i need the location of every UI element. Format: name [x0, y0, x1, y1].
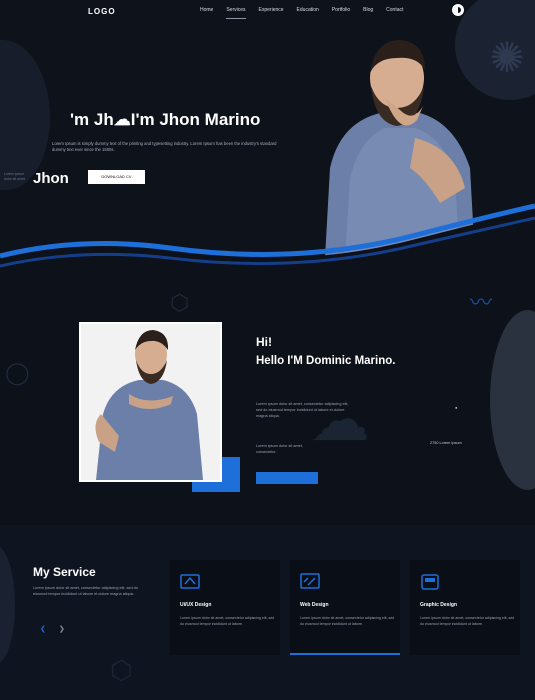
about-stat: 2750 Lorem Ipsum	[430, 441, 462, 445]
decorative-blob	[490, 310, 535, 490]
hero-description: Lorem Ipsum is simply dummy text of the …	[52, 141, 277, 152]
service-card-text: Lorem ipsum dolor sit amet, consectetur …	[300, 616, 395, 626]
stat-indicator-icon: ●	[455, 405, 458, 410]
theme-toggle-icon[interactable]	[452, 4, 464, 16]
nav-link-experience[interactable]: Experience	[259, 7, 284, 13]
about-photo	[79, 322, 222, 482]
service-card-text: Lorem ipsum dolor sit amet, consectetur …	[180, 616, 275, 626]
services-section: My Service Lorem ipsum dolor sit amet, c…	[0, 525, 535, 700]
cloud-ornament-icon: ☁	[310, 386, 370, 453]
service-card-text: Lorem ipsum dolor sit amet, consectetur …	[420, 616, 515, 626]
about-portrait	[95, 330, 203, 480]
services-carousel-controls: ❮ ❯	[40, 625, 65, 633]
wave-divider	[0, 203, 535, 285]
hero-title: 'm Jh☁I'm Jhon Marino	[70, 110, 261, 129]
service-card-graphic[interactable]: Graphic Design Lorem ipsum dolor sit ame…	[410, 560, 520, 655]
service-card-title: Graphic Design	[420, 602, 457, 608]
shield-ornament-icon: ⬡	[110, 655, 133, 685]
shield-ornament-icon: ⬡	[170, 290, 190, 315]
design-tool-icon	[180, 574, 200, 589]
arrow-right-icon[interactable]: ❯	[59, 625, 65, 633]
service-card-web[interactable]: Web Design Lorem ipsum dolor sit amet, c…	[290, 560, 400, 655]
nav-link-portfolio[interactable]: Portfolio	[332, 7, 350, 13]
squiggle-ornament-icon: 〰	[470, 290, 493, 315]
hero-section: ✺ LOGO Home Services Experience Educatio…	[0, 0, 535, 285]
download-cv-button[interactable]: DOWNLOAD CV	[85, 170, 145, 184]
about-button[interactable]	[256, 472, 318, 484]
services-title: My Service	[33, 565, 96, 579]
top-nav: LOGO Home Services Experience Education …	[0, 0, 535, 24]
ring-ornament-icon: ◯	[5, 360, 30, 385]
star-ornament-icon: ✺	[489, 34, 525, 81]
decorative-blob	[0, 545, 15, 665]
about-text: Lorem ipsum dolor sit amet, consectetur …	[256, 402, 349, 418]
about-greeting: Hi!	[256, 335, 272, 349]
hero-name-word: Jhon	[33, 170, 69, 187]
services-description: Lorem ipsum dolor sit amet, consectetur …	[33, 586, 138, 596]
nav-link-blog[interactable]: Blog	[363, 7, 373, 13]
arrow-left-icon[interactable]: ❮	[40, 625, 46, 633]
hero-side-note: Lorem ipsum dolor sit amet	[4, 172, 26, 181]
about-small-text: Lorem ipsum dolor sit amet, consectetur.	[256, 444, 303, 454]
nav-link-services[interactable]: Services	[226, 7, 246, 19]
nav-link-home[interactable]: Home	[200, 7, 213, 13]
decorative-blob	[0, 40, 50, 190]
graphic-design-icon	[421, 574, 439, 590]
web-design-icon	[300, 573, 320, 589]
about-section: ⬡ ◯ 〰 ☁ Hi! Hello I'M Dominic Marino. Lo…	[0, 285, 535, 525]
nav-link-contact[interactable]: Contact	[386, 7, 403, 13]
nav-links: Home Services Experience Education Portf…	[200, 7, 416, 19]
service-card-title: Web Design	[300, 602, 329, 608]
service-card-title: Ui/UX Design	[180, 602, 212, 608]
about-heading: Hello I'M Dominic Marino.	[256, 355, 396, 367]
nav-link-education[interactable]: Education	[297, 7, 319, 13]
service-card-uiux[interactable]: Ui/UX Design Lorem ipsum dolor sit amet,…	[170, 560, 280, 655]
logo[interactable]: LOGO	[88, 7, 116, 16]
